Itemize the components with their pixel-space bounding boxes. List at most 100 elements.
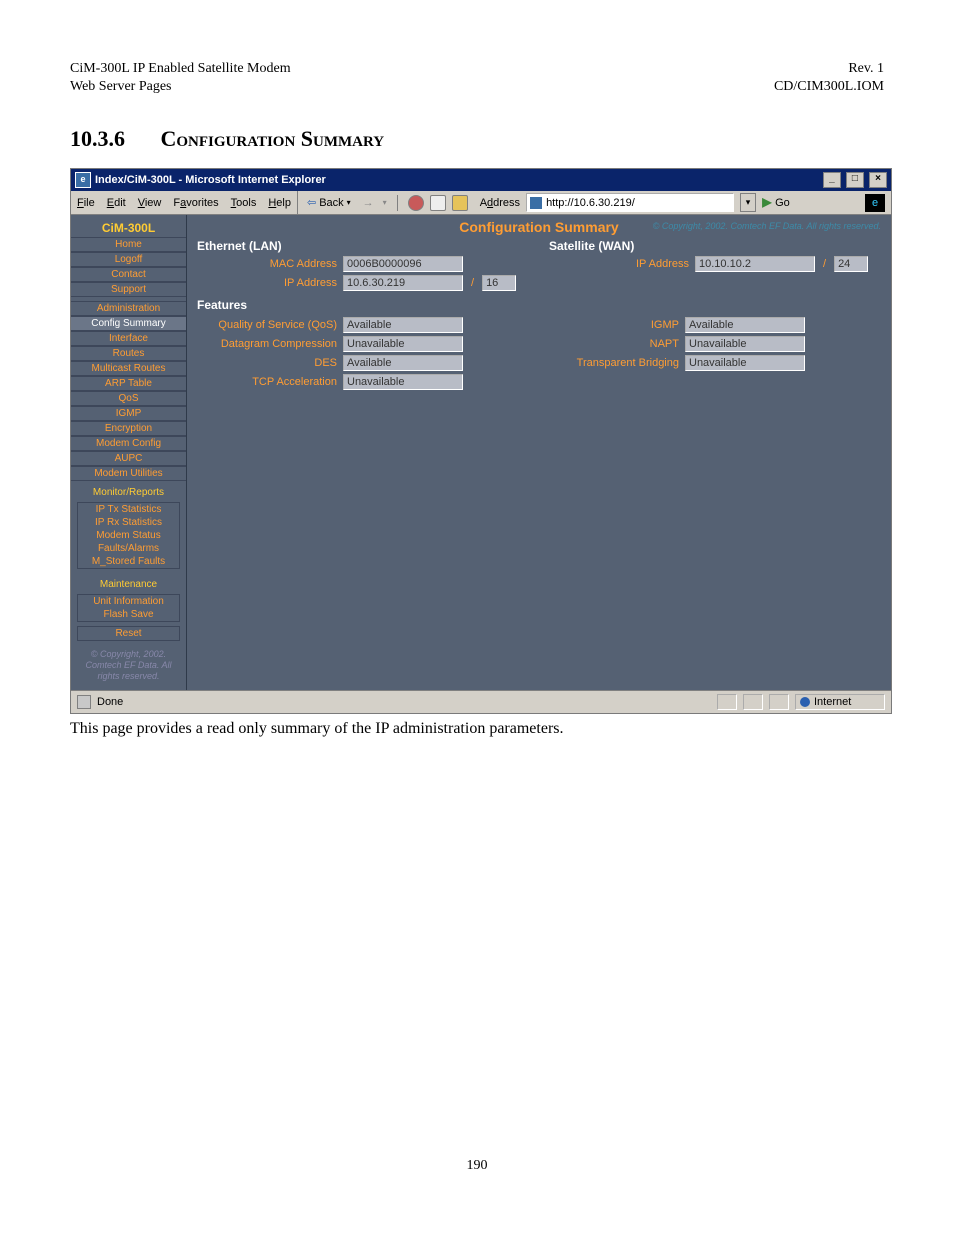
tcp-label: TCP Acceleration bbox=[197, 376, 337, 388]
sidebar-config-summary[interactable]: Config Summary bbox=[71, 316, 186, 331]
statusbar: Done Internet bbox=[71, 690, 891, 713]
slash-icon: / bbox=[471, 277, 474, 289]
back-button[interactable]: ⇦ Back ▾ bbox=[304, 195, 354, 210]
address-text: http://10.6.30.219/ bbox=[546, 197, 635, 209]
page-number: 190 bbox=[70, 1158, 884, 1174]
sidebar-ip-rx-stats[interactable]: IP Rx Statistics bbox=[78, 516, 179, 529]
sidebar-modem-utilities[interactable]: Modem Utilities bbox=[71, 466, 186, 481]
tb-label: Transparent Bridging bbox=[539, 357, 679, 369]
doc-title-line1: CiM-300L IP Enabled Satellite Modem bbox=[70, 60, 291, 78]
section-number: 10.3.6 bbox=[70, 126, 125, 152]
sidebar-igmp[interactable]: IGMP bbox=[71, 406, 186, 421]
napt-value bbox=[685, 336, 805, 352]
address-input[interactable]: http://10.6.30.219/ bbox=[526, 193, 734, 212]
status-zone: Internet bbox=[795, 694, 885, 710]
sidebar-ip-tx-stats[interactable]: IP Tx Statistics bbox=[78, 503, 179, 516]
status-pane bbox=[717, 694, 737, 710]
home-icon[interactable] bbox=[452, 195, 468, 211]
menu-tools[interactable]: Tools bbox=[231, 197, 257, 209]
doc-code: CD/CIM300L.IOM bbox=[774, 78, 884, 96]
lan-prefix-value bbox=[482, 275, 516, 291]
go-button[interactable]: Go bbox=[762, 197, 790, 209]
lan-ip-value bbox=[343, 275, 463, 291]
sidebar-modem-config[interactable]: Modem Config bbox=[71, 436, 186, 451]
window-title: Index/CiM-300L - Microsoft Internet Expl… bbox=[95, 174, 326, 186]
sidebar-contact[interactable]: Contact bbox=[71, 267, 186, 282]
globe-icon bbox=[800, 697, 810, 707]
close-button[interactable]: × bbox=[869, 172, 887, 188]
napt-label: NAPT bbox=[539, 338, 679, 350]
sidebar-arp-table[interactable]: ARP Table bbox=[71, 376, 186, 391]
qos-label: Quality of Service (QoS) bbox=[197, 319, 337, 331]
forward-button[interactable]: → bbox=[360, 196, 377, 210]
tcp-value bbox=[343, 374, 463, 390]
ie-throbber-icon: e bbox=[865, 194, 885, 212]
slash-icon: / bbox=[823, 258, 826, 270]
page-copyright: © Copyright, 2002. Comtech EF Data. All … bbox=[653, 221, 881, 231]
sidebar-maintenance-header: Maintenance bbox=[71, 573, 186, 590]
stop-icon[interactable] bbox=[408, 195, 424, 211]
wan-prefix-value bbox=[834, 256, 868, 272]
minimize-button[interactable]: _ bbox=[823, 172, 841, 188]
section-title-text: Configuration Summary bbox=[161, 126, 385, 151]
sidebar-interface[interactable]: Interface bbox=[71, 331, 186, 346]
menu-favorites[interactable]: Favorites bbox=[173, 197, 218, 209]
sidebar-logoff[interactable]: Logoff bbox=[71, 252, 186, 267]
des-value bbox=[343, 355, 463, 371]
sidebar-faults-alarms[interactable]: Faults/Alarms bbox=[78, 542, 179, 555]
sidebar-monitor-header: Monitor/Reports bbox=[71, 481, 186, 498]
dc-value bbox=[343, 336, 463, 352]
sidebar-reset[interactable]: Reset bbox=[78, 627, 179, 640]
menu-file[interactable]: File bbox=[77, 197, 95, 209]
des-label: DES bbox=[197, 357, 337, 369]
tb-value bbox=[685, 355, 805, 371]
menu-edit[interactable]: Edit bbox=[107, 197, 126, 209]
igmp-label: IGMP bbox=[539, 319, 679, 331]
section-heading: 10.3.6 Configuration Summary bbox=[70, 126, 884, 152]
lan-ip-label: IP Address bbox=[197, 277, 337, 289]
doc-rev: Rev. 1 bbox=[774, 60, 884, 78]
sidebar-copyright: © Copyright, 2002. Comtech EF Data. All … bbox=[71, 645, 186, 685]
ie-icon: e bbox=[75, 172, 91, 188]
sidebar: CiM-300L Home Logoff Contact Support Adm… bbox=[71, 215, 187, 689]
sidebar-stored-faults[interactable]: M_Stored Faults bbox=[78, 555, 179, 568]
mac-value bbox=[343, 256, 463, 272]
dc-label: Datagram Compression bbox=[197, 338, 337, 350]
body-text: This page provides a read only summary o… bbox=[70, 720, 884, 738]
lan-title: Ethernet (LAN) bbox=[197, 239, 529, 253]
doc-title-line2: Web Server Pages bbox=[70, 78, 291, 96]
qos-value bbox=[343, 317, 463, 333]
go-arrow-icon bbox=[762, 198, 772, 208]
sidebar-routes[interactable]: Routes bbox=[71, 346, 186, 361]
sidebar-aupc[interactable]: AUPC bbox=[71, 451, 186, 466]
main-panel: © Copyright, 2002. Comtech EF Data. All … bbox=[187, 215, 891, 689]
sidebar-modem-status[interactable]: Modem Status bbox=[78, 529, 179, 542]
doc-header: CiM-300L IP Enabled Satellite Modem Web … bbox=[70, 60, 884, 96]
sidebar-support[interactable]: Support bbox=[71, 282, 186, 297]
browser-window: e Index/CiM-300L - Microsoft Internet Ex… bbox=[70, 168, 892, 713]
menu-help[interactable]: Help bbox=[268, 197, 291, 209]
sidebar-administration[interactable]: Administration bbox=[71, 301, 186, 316]
doc-icon bbox=[77, 695, 91, 709]
features-title: Features bbox=[197, 298, 881, 312]
address-dropdown[interactable]: ▾ bbox=[740, 193, 756, 212]
maximize-button[interactable]: □ bbox=[846, 172, 864, 188]
sidebar-encryption[interactable]: Encryption bbox=[71, 421, 186, 436]
menu-view[interactable]: View bbox=[138, 197, 162, 209]
wan-ip-label: IP Address bbox=[549, 258, 689, 270]
wan-ip-value bbox=[695, 256, 815, 272]
sidebar-qos[interactable]: QoS bbox=[71, 391, 186, 406]
address-label: Address bbox=[480, 197, 520, 209]
sidebar-multicast-routes[interactable]: Multicast Routes bbox=[71, 361, 186, 376]
sidebar-flash-save[interactable]: Flash Save bbox=[78, 608, 179, 621]
igmp-value bbox=[685, 317, 805, 333]
status-pane bbox=[769, 694, 789, 710]
status-pane bbox=[743, 694, 763, 710]
titlebar: e Index/CiM-300L - Microsoft Internet Ex… bbox=[71, 169, 891, 191]
wan-title: Satellite (WAN) bbox=[549, 239, 881, 253]
refresh-icon[interactable] bbox=[430, 195, 446, 211]
sidebar-home[interactable]: Home bbox=[71, 237, 186, 252]
status-done: Done bbox=[97, 696, 123, 708]
mac-label: MAC Address bbox=[197, 258, 337, 270]
sidebar-unit-info[interactable]: Unit Information bbox=[78, 595, 179, 608]
